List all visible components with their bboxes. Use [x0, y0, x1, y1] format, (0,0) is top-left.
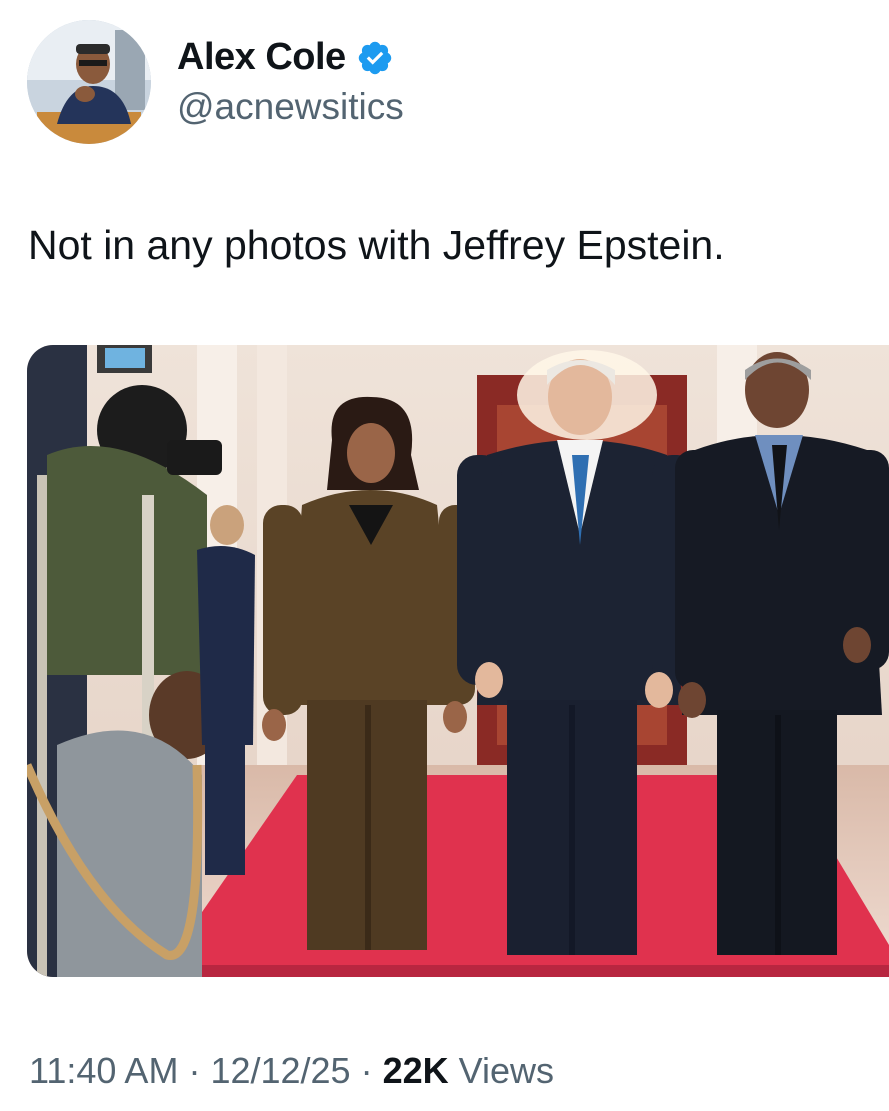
- author-handle[interactable]: @acnewsitics: [177, 86, 404, 128]
- meta-separator: ·: [188, 1050, 201, 1091]
- views-label: Views: [458, 1050, 555, 1091]
- tweet-text: Not in any photos with Jeffrey Epstein.: [28, 222, 725, 268]
- tweet-meta: 11:40 AM · 12/12/25 · 22K Views: [29, 1050, 554, 1092]
- tweet-date[interactable]: 12/12/25: [210, 1050, 350, 1092]
- verified-badge-icon: [358, 41, 391, 74]
- avatar[interactable]: [27, 20, 151, 144]
- photo-icon: [27, 345, 889, 977]
- views-count: 22K: [382, 1050, 449, 1091]
- author-name-row[interactable]: Alex Cole: [177, 36, 394, 79]
- display-name[interactable]: Alex Cole: [177, 36, 346, 79]
- views-count-group[interactable]: 22K Views: [383, 1050, 554, 1092]
- meta-separator: ·: [360, 1050, 373, 1091]
- tweet-media-photo[interactable]: [27, 345, 889, 977]
- tweet-time[interactable]: 11:40 AM: [29, 1050, 178, 1092]
- profile-photo-icon: [27, 20, 151, 144]
